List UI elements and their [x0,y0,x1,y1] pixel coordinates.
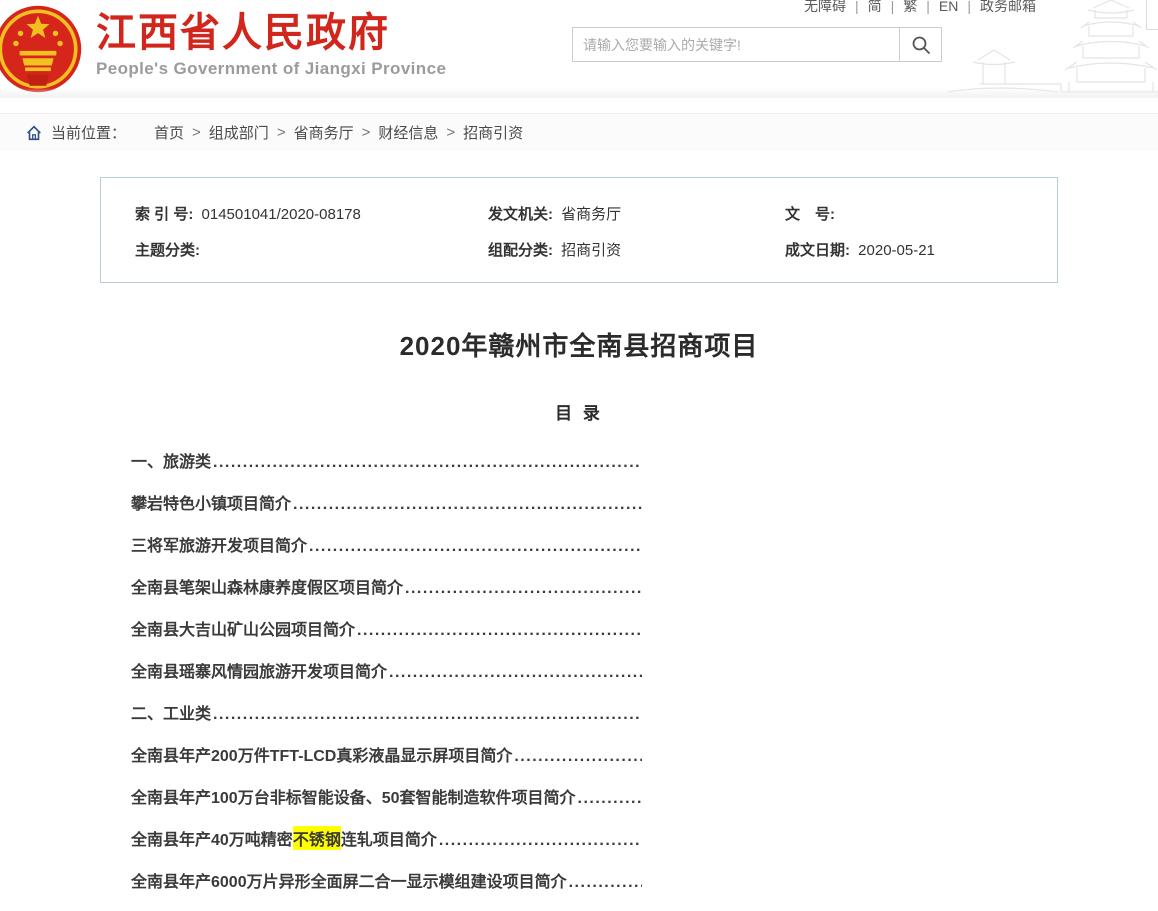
meta-issuer-value: 省商务厅 [561,206,621,223]
national-emblem-logo [0,3,84,95]
toc-item-text: 连轧项目简介 [341,826,437,850]
search-button[interactable] [899,27,942,62]
breadcrumb-investment[interactable]: 招商引资 [463,122,523,143]
toc-item: 三将军旅游开发项目简介 ............................… [131,532,642,550]
meta-group: 组配分类: 招商引资 [488,239,785,260]
search-input[interactable] [572,27,899,62]
link-separator: | [891,0,895,14]
link-simplified[interactable]: 简 [868,0,882,14]
logo-link[interactable]: 江西省人民政府 People's Government of Jiangxi P… [96,11,446,79]
meta-topic-label: 主题分类: [135,242,200,259]
toc-leader-dots: ........................................… [309,538,642,556]
meta-date-value: 2020-05-21 [858,242,935,259]
meta-index: 索 引 号: 014501041/2020-08178 [135,203,488,224]
toc-leader-dots: ........................................… [293,496,642,514]
search-icon [911,35,931,55]
meta-topic: 主题分类: [135,239,488,260]
toc-item-text: 全南县大吉山矿山公园项目简介 [131,616,355,640]
toc-item-text: 攀岩特色小镇项目简介 [131,490,291,514]
page-title: 2020年赣州市全南县招商项目 [100,326,1058,363]
meta-docnum: 文 号: [785,203,1057,224]
toc-item: 一、旅游类 ..................................… [131,448,642,466]
toc-item: 全南县年产100万台非标智能设备、50套智能制造软件项目简介 .........… [131,784,642,802]
toc-item: 全南县年产40万吨精密 不锈钢 连轧项目简介 .................… [131,826,642,844]
toc-item-text: 全南县瑶寨风情园旅游开发项目简介 [131,658,387,682]
toc-leader-dots: ........................................… [514,748,642,766]
toc-item: 二、工业类 ..................................… [131,700,642,718]
toc-leader-dots: ........................................… [213,454,642,472]
meta-docnum-label: 文 号: [785,206,835,223]
meta-date: 成文日期: 2020-05-21 [785,239,1057,260]
breadcrumb-finance-info[interactable]: 财经信息 [378,122,438,143]
toc-item: 全南县年产6000万片异形全面屏二合一显示模组建设项目简介 ..........… [131,868,642,886]
toc-item-text: 全南县年产6000万片异形全面屏二合一显示模组建设项目简介 [131,868,567,892]
toc-leader-dots: ........................................… [357,622,642,640]
toc-item: 全南县年产200万件TFT-LCD真彩液晶显示屏项目简介 ...........… [131,742,642,760]
meta-issuer-label: 发文机关: [488,206,553,223]
link-accessibility[interactable]: 无障碍 [804,0,846,14]
toc-item-text: 全南县年产200万件TFT-LCD真彩液晶显示屏项目简介 [131,742,512,766]
toc-item-text: 三将军旅游开发项目简介 [131,532,307,556]
link-separator: | [855,0,859,14]
search-highlight: 不锈钢 [293,826,341,850]
breadcrumb-separator: > [362,124,371,141]
meta-index-value: 014501041/2020-08178 [202,206,361,223]
breadcrumb: 当前位置： 首页 > 组成部门 > 省商务厅 > 财经信息 > 招商引资 [0,113,1158,151]
breadcrumb-separator: > [192,124,201,141]
meta-index-label: 索 引 号: [135,206,193,223]
meta-row: 索 引 号: 014501041/2020-08178 发文机关: 省商务厅 文… [135,195,1057,231]
link-traditional[interactable]: 繁 [903,0,917,14]
toc-leader-dots: ........................................… [439,832,642,850]
toc-item-text: 二、工业类 [131,700,211,724]
breadcrumb-separator: > [446,124,455,141]
toc-item-text: 一、旅游类 [131,448,211,472]
toc-leader-dots: ........................................… [213,706,642,724]
home-icon [25,124,43,142]
site-search [572,27,942,62]
toc-item-text: 全南县年产100万台非标智能设备、50套智能制造软件项目简介 [131,784,576,808]
toc-item: 攀岩特色小镇项目简介 .............................… [131,490,642,508]
pagoda-sketch-decoration [943,0,1158,98]
breadcrumb-separator: > [277,124,286,141]
toc-item-text: 全南县笔架山森林康养度假区项目简介 [131,574,403,598]
meta-group-value: 招商引资 [561,242,621,259]
toc-item: 全南县瑶寨风情园旅游开发项目简介 .......................… [131,658,642,676]
meta-row: 主题分类: 组配分类: 招商引资 成文日期: 2020-05-21 [135,231,1057,267]
toc-item: 全南县大吉山矿山公园项目简介 .........................… [131,616,642,634]
document-meta-box: 索 引 号: 014501041/2020-08178 发文机关: 省商务厅 文… [100,177,1058,283]
document-body: 2020年赣州市全南县招商项目 目 录 一、旅游类 ..............… [100,326,1058,911]
toc-item-text: 全南县年产40万吨精密 [131,826,293,850]
toc-leader-dots: ........................................… [389,664,642,682]
table-of-contents: 一、旅游类 ..................................… [131,448,642,911]
site-title: 江西省人民政府 [96,11,446,55]
toc-heading: 目 录 [100,399,1058,424]
meta-group-label: 组配分类: [488,242,553,259]
link-separator: | [926,0,930,14]
breadcrumb-home[interactable]: 首页 [154,122,184,143]
corner-widget [1146,0,1158,30]
toc-leader-dots: ........................................… [578,790,643,808]
site-subtitle: People's Government of Jiangxi Province [96,59,446,79]
meta-date-label: 成文日期: [785,242,850,259]
breadcrumb-label: 当前位置： [51,122,126,143]
toc-leader-dots: ........................................… [569,874,642,892]
breadcrumb-departments[interactable]: 组成部门 [209,122,269,143]
toc-item: 全南县笔架山森林康养度假区项目简介 ......................… [131,574,642,592]
site-header: 江西省人民政府 People's Government of Jiangxi P… [0,0,1158,98]
breadcrumb-commerce-dept[interactable]: 省商务厅 [294,122,354,143]
toc-leader-dots: ........................................… [405,580,642,598]
meta-issuer: 发文机关: 省商务厅 [488,203,785,224]
